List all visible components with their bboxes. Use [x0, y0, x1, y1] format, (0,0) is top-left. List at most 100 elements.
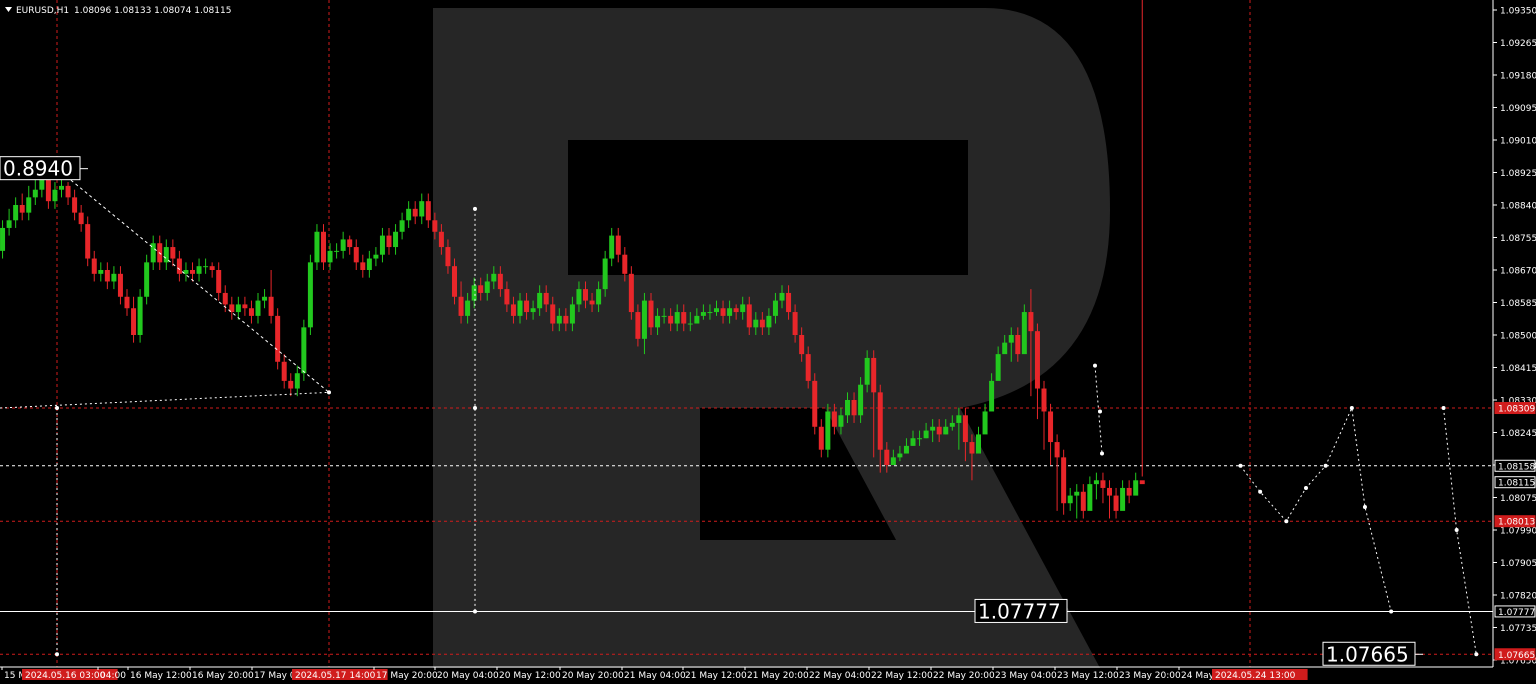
candle-body [858, 384, 864, 416]
price-annotation[interactable]: 1.07777 [974, 598, 1075, 623]
candle-body [1041, 388, 1047, 412]
price-tick-label: 1.07905 [1500, 559, 1536, 569]
bull-candle[interactable] [137, 289, 143, 343]
candle-body [805, 354, 811, 381]
candle-body [347, 239, 353, 248]
candle-body [812, 380, 818, 427]
time-tick-label: 22 May 04:00 [809, 671, 871, 681]
candle-body [131, 308, 137, 335]
candle-body [255, 300, 261, 316]
candle-body [1067, 495, 1073, 504]
candle-body [982, 411, 988, 435]
candle-body [78, 212, 84, 225]
candle-body [281, 361, 287, 381]
candle-body [216, 270, 222, 293]
candle-body [517, 300, 523, 316]
candle-body [13, 205, 19, 221]
candle-body [445, 247, 451, 267]
bear-candle[interactable] [628, 266, 634, 320]
candle-body [930, 426, 936, 431]
candle-body [943, 426, 949, 435]
candle-body [641, 300, 647, 339]
candle-body [1113, 495, 1119, 511]
price-tick-label: 1.08415 [1500, 364, 1536, 374]
candle-body [124, 296, 130, 309]
candle-body [1028, 312, 1034, 332]
candle-body [786, 292, 792, 313]
candle-body [275, 315, 281, 362]
time-tick-label: 21 May 20:00 [747, 671, 809, 681]
candle-body [52, 189, 58, 202]
symbol-header[interactable]: EURUSD,H1 1.08096 1.08133 1.08074 1.0811… [5, 6, 231, 16]
candle-body [288, 380, 294, 389]
forecast-point [1474, 652, 1479, 657]
candle-body [779, 292, 785, 301]
candle-body [419, 201, 425, 217]
candle-body [1100, 480, 1106, 488]
annotation-text: 1.07777 [978, 599, 1061, 623]
candle-body [556, 315, 562, 324]
candle-body [910, 438, 916, 446]
candle-body [321, 231, 326, 263]
price-annotation[interactable]: 1.07665 [1322, 641, 1423, 666]
candle-body [1133, 480, 1139, 496]
price-tick-label: 1.08670 [1500, 267, 1536, 277]
candle-body [242, 304, 248, 309]
candle-body [655, 315, 661, 328]
candle-body [117, 273, 123, 297]
price-tick-label: 1.08075 [1500, 494, 1536, 504]
candle-body [589, 300, 595, 305]
forecast-point [1284, 519, 1289, 524]
candle-body [1034, 331, 1040, 389]
candle-body [583, 289, 588, 301]
bear-candle[interactable] [275, 308, 281, 370]
candle-body [897, 453, 903, 458]
candle-body [1126, 487, 1132, 496]
candle-body [792, 312, 798, 335]
candle-body [111, 273, 117, 282]
candle-body [1120, 487, 1126, 511]
forecast-point [1323, 463, 1328, 468]
candle-body [373, 254, 379, 259]
candle-body [0, 227, 6, 251]
forecast-point [1349, 406, 1354, 411]
price-annotation[interactable]: 0.8940 [0, 156, 88, 181]
candle-body [471, 285, 477, 301]
annotation-text: 0.8940 [3, 157, 73, 181]
time-tick-label: 23 May 20:00 [1119, 671, 1181, 681]
candle-body [962, 415, 968, 443]
candle-body [386, 235, 392, 248]
candle-body [163, 247, 169, 263]
candle-body [753, 319, 759, 328]
price-tick-label: 1.09010 [1500, 137, 1536, 147]
candle-body [917, 438, 923, 440]
candle-body [995, 354, 1001, 381]
candle-body [1139, 480, 1145, 485]
forecast-point [1238, 463, 1243, 468]
candle-body [248, 308, 254, 316]
candle-body [19, 205, 25, 213]
candle-body [327, 250, 333, 263]
time-tick-label: 20 May 20:00 [562, 671, 624, 681]
anchor-point [327, 390, 331, 395]
candle-body [452, 266, 457, 297]
candle-body [838, 415, 844, 427]
candle-body [176, 258, 182, 274]
time-tick-label: 22 May 12:00 [871, 671, 933, 681]
bear-candle[interactable] [812, 373, 818, 435]
forecast-point [1441, 406, 1446, 411]
candle-body [720, 308, 726, 316]
candle-body [59, 185, 64, 190]
bull-candle[interactable] [825, 403, 831, 458]
candle-body [615, 235, 621, 255]
candle-body [1054, 442, 1060, 458]
price-axis[interactable]: 1.09350 1.09265 1.09180 1.09095 1.09010 1.089… [1493, 7, 1536, 667]
bull-candle[interactable] [307, 254, 313, 335]
time-tick-label: 16 May 20:00 [192, 671, 254, 681]
candle-body [209, 266, 215, 270]
price-level-tag-label: 1.08013 [1498, 518, 1535, 528]
candle-body [91, 258, 97, 274]
candle-body [596, 289, 602, 305]
candle-body [196, 266, 202, 274]
price-tick-label: 1.07990 [1500, 527, 1536, 537]
